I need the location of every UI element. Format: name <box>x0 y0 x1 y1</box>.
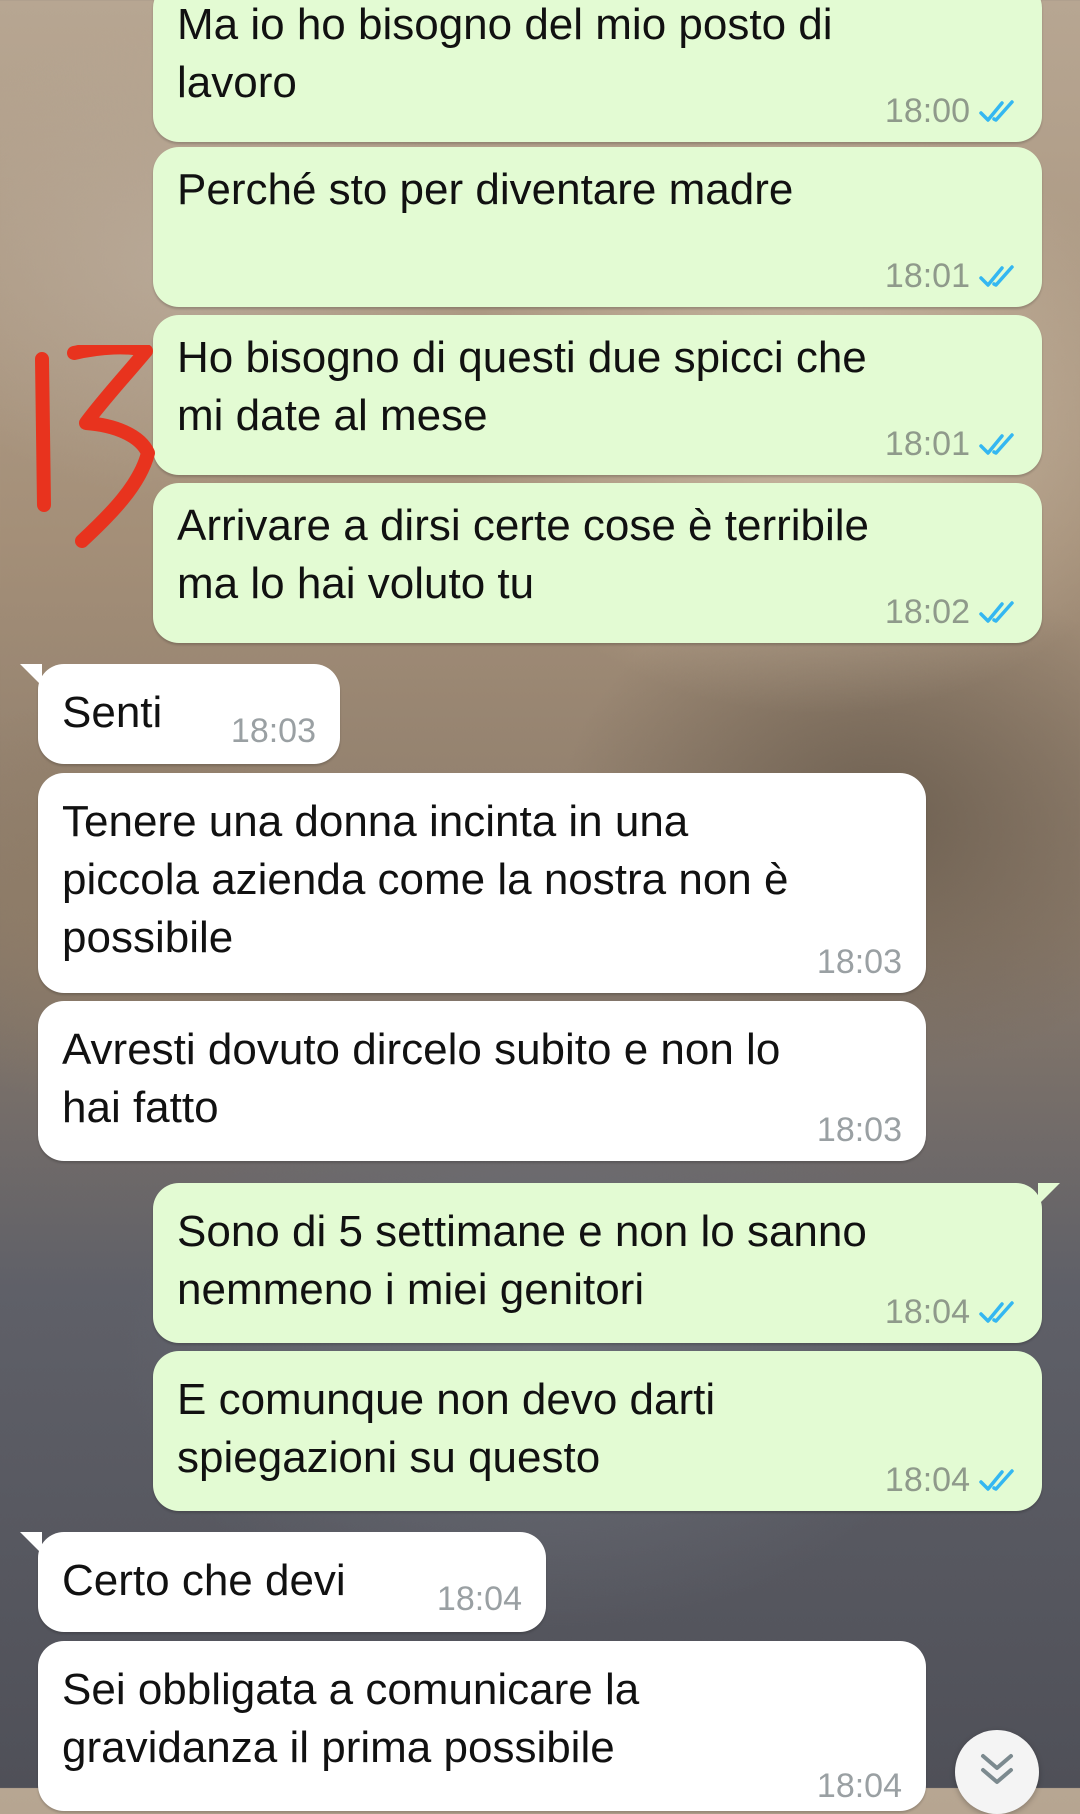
message-meta: 18:04 <box>437 1580 522 1618</box>
message-text: Perché sto per diventare madre <box>177 165 794 214</box>
message-meta: 18:03 <box>817 1111 902 1149</box>
double-check-icon <box>978 1298 1018 1326</box>
message-meta: 18:01 <box>885 425 1018 463</box>
message-time: 18:01 <box>884 425 970 463</box>
outgoing-message[interactable]: Ma io ho bisogno del mio posto di lavoro… <box>153 0 1042 142</box>
message-time: 18:04 <box>884 1461 970 1499</box>
outgoing-message[interactable]: E comunque non devo darti spiegazioni su… <box>153 1351 1042 1511</box>
message-meta: 18:02 <box>885 593 1018 631</box>
message-meta: 18:00 <box>885 92 1018 130</box>
incoming-message[interactable]: Tenere una donna incinta in una piccola … <box>38 773 926 993</box>
message-meta: 18:01 <box>885 257 1018 295</box>
scroll-to-bottom-button[interactable] <box>955 1730 1039 1814</box>
message-time: 18:03 <box>816 943 902 981</box>
message-time: 18:03 <box>230 712 316 750</box>
incoming-message[interactable]: Senti 18:03 <box>20 664 340 764</box>
message-time: 18:02 <box>884 593 970 631</box>
message-time: 18:01 <box>884 257 970 295</box>
double-chevron-down-icon <box>977 1730 1017 1793</box>
message-meta: 18:04 <box>885 1293 1018 1331</box>
message-time: 18:00 <box>884 92 970 130</box>
message-meta: 18:03 <box>817 943 902 981</box>
incoming-message[interactable]: Avresti dovuto dircelo subito e non lo h… <box>38 1001 926 1161</box>
incoming-message[interactable]: Certo che devi 18:04 <box>20 1532 546 1632</box>
message-time: 18:03 <box>816 1111 902 1149</box>
double-check-icon <box>978 598 1018 626</box>
double-check-icon <box>978 430 1018 458</box>
message-time: 18:04 <box>436 1580 522 1618</box>
message-meta: 18:04 <box>817 1767 902 1805</box>
handwritten-number-mark <box>30 340 160 555</box>
outgoing-message[interactable]: Ho bisogno di questi due spicci che mi d… <box>153 315 1042 475</box>
incoming-message[interactable]: Sei obbligata a comunicare la gravidanza… <box>38 1641 926 1811</box>
message-text: Sei obbligata a comunicare la gravidanza… <box>62 1665 640 1772</box>
message-meta: 18:04 <box>885 1461 1018 1499</box>
double-check-icon <box>978 1466 1018 1494</box>
double-check-icon <box>978 97 1018 125</box>
chat-area[interactable]: Ma io ho bisogno del mio posto di lavoro… <box>0 0 1080 1814</box>
message-text: Tenere una donna incinta in una piccola … <box>62 797 789 962</box>
message-time: 18:04 <box>884 1293 970 1331</box>
outgoing-message[interactable]: Arrivare a dirsi certe cose è terribile … <box>153 483 1042 643</box>
message-text: Avresti dovuto dircelo subito e non lo h… <box>62 1025 781 1132</box>
double-check-icon <box>978 262 1018 290</box>
outgoing-message[interactable]: Perché sto per diventare madre 18:01 <box>153 147 1042 307</box>
message-time: 18:04 <box>816 1767 902 1805</box>
outgoing-message[interactable]: Sono di 5 settimane e non lo sanno nemme… <box>153 1183 1060 1343</box>
message-meta: 18:03 <box>231 712 316 750</box>
